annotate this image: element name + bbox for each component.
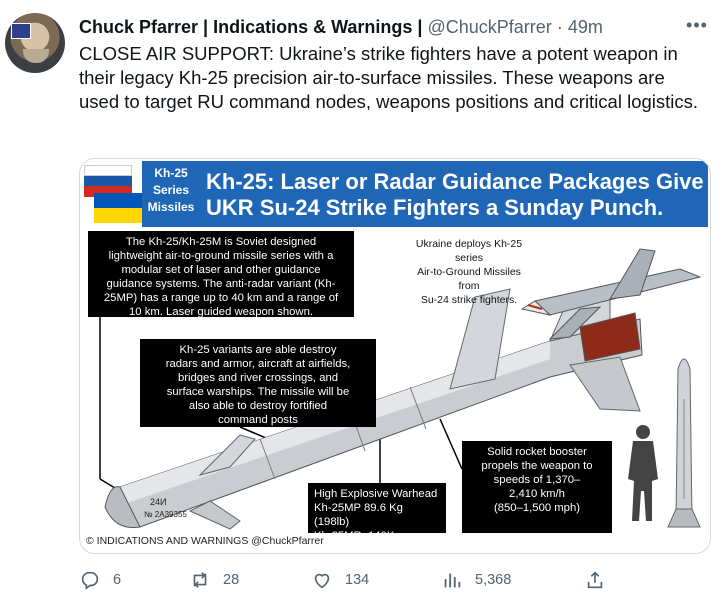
series-line: Kh-25 bbox=[154, 166, 188, 180]
callout-line: Kh-25MP 89.6 Kg (198lb) bbox=[314, 502, 403, 528]
callout-line: modular set of laser and other guidance bbox=[121, 264, 321, 276]
caption-line: Air-to-Ground Missiles from bbox=[417, 266, 521, 292]
callout-line: 25MP) has a range up to 40 km and a rang… bbox=[103, 292, 339, 304]
caption-line: Su-24 strike fighters. bbox=[420, 294, 518, 306]
callout-line: guidance systems. The anti-radar variant… bbox=[106, 278, 336, 290]
soldier-silhouette bbox=[628, 425, 658, 521]
retweet-count: 28 bbox=[223, 572, 240, 588]
callout-line: (850–1,500 mph) bbox=[493, 502, 581, 514]
aircraft-caption: Ukraine deploys Kh-25 series Air-to-Grou… bbox=[410, 237, 528, 306]
views-button[interactable]: 5,368 bbox=[441, 566, 511, 594]
tweet-text: CLOSE AIR SUPPORT: Ukraine’s strike figh… bbox=[79, 43, 699, 112]
warhead-callout: High Explosive Warhead Kh-25MP 89.6 Kg (… bbox=[308, 483, 446, 553]
retweet-icon bbox=[193, 572, 207, 588]
author-handle[interactable]: @ChuckPfarrer bbox=[427, 17, 551, 37]
callout-line: Kh-25 variants are able destroy bbox=[179, 344, 337, 356]
missile-marking: № 2A39355 bbox=[144, 510, 187, 519]
ukraine-flag-icon bbox=[94, 193, 142, 223]
missile-side-view bbox=[667, 358, 701, 528]
rocket-booster-callout: Solid rocket booster propels the weapon … bbox=[462, 441, 612, 533]
missile-overview-callout: The Kh-25/Kh-25M is Soviet designed ligh… bbox=[88, 231, 354, 318]
missile-marking: 24И bbox=[150, 497, 166, 507]
like-icon bbox=[314, 573, 330, 589]
reply-icon bbox=[81, 571, 99, 590]
callout-line: Kh-25MR: 140Kg (309Lb) bbox=[314, 530, 401, 554]
author-avatar[interactable] bbox=[5, 13, 65, 73]
callout-line: 10 km. Laser guided weapon shown. bbox=[128, 306, 313, 318]
callout-line: radars and armor, aircraft at airfields, bbox=[165, 358, 351, 370]
callout-line: Solid rocket booster bbox=[487, 446, 587, 458]
reply-button[interactable]: 6 bbox=[79, 566, 121, 594]
title-line: Kh-25: Laser or Radar Guidance Packages … bbox=[206, 169, 704, 194]
image-credit: © INDICATIONS AND WARNINGS @ChuckPfarrer bbox=[86, 535, 324, 547]
avatar-badge bbox=[11, 23, 31, 39]
reply-count: 6 bbox=[113, 572, 122, 588]
title-line: UKR Su-24 Strike Fighters a Sunday Punch… bbox=[206, 195, 664, 220]
tweet-image[interactable]: Kh-25 Series Missiles Kh-25: Laser or Ra… bbox=[79, 158, 711, 554]
share-icon bbox=[587, 571, 603, 589]
callout-line: surface warships. The missile will be bbox=[166, 386, 350, 398]
avatar-face-detail bbox=[23, 49, 49, 63]
callout-line: propels the weapon to bbox=[481, 460, 593, 472]
views-icon bbox=[444, 573, 461, 588]
more-icon[interactable]: ••• bbox=[684, 16, 710, 34]
retweet-button[interactable]: 28 bbox=[189, 566, 239, 594]
series-label: Kh-25 Series Missiles bbox=[142, 161, 200, 227]
views-count: 5,368 bbox=[475, 572, 512, 588]
callout-line: command posts bbox=[218, 414, 298, 426]
like-button[interactable]: 134 bbox=[311, 566, 369, 594]
series-line: Missiles bbox=[147, 200, 195, 214]
caption-line: Ukraine deploys Kh-25 series bbox=[415, 238, 523, 264]
series-line: Series bbox=[152, 183, 190, 197]
callout-line: also able to destroy fortified bbox=[188, 400, 328, 412]
share-button[interactable] bbox=[584, 566, 618, 594]
header-separator: · bbox=[556, 17, 563, 37]
callout-line: bridges and river crossings, and bbox=[177, 372, 339, 384]
tweet-actions: 6 28 134 5,368 bbox=[79, 566, 619, 594]
tweet-time[interactable]: 49m bbox=[568, 17, 603, 37]
target-capability-callout: Kh-25 variants are able destroy radars a… bbox=[140, 339, 376, 427]
missile-illustration-area: 24И № 2A39355 The Kh-25/Kh-25M is Soviet… bbox=[80, 229, 710, 553]
callout-line: The Kh-25/Kh-25M is Soviet designed bbox=[125, 236, 317, 248]
infographic-title: Kh-25: Laser or Radar Guidance Packages … bbox=[200, 161, 708, 227]
callout-line: speeds of 1,370– bbox=[493, 474, 581, 486]
author-name[interactable]: Chuck Pfarrer | Indications & Warnings | bbox=[79, 17, 422, 37]
callout-line: High Explosive Warhead bbox=[314, 488, 438, 500]
callout-line: 2,410 km/h bbox=[509, 488, 565, 500]
tweet-header: Chuck Pfarrer | Indications & Warnings |… bbox=[79, 15, 603, 39]
callout-line: lightweight air-to-ground missile series… bbox=[108, 250, 334, 262]
infographic-banner: Kh-25 Series Missiles Kh-25: Laser or Ra… bbox=[80, 159, 710, 231]
like-count: 134 bbox=[345, 572, 370, 588]
